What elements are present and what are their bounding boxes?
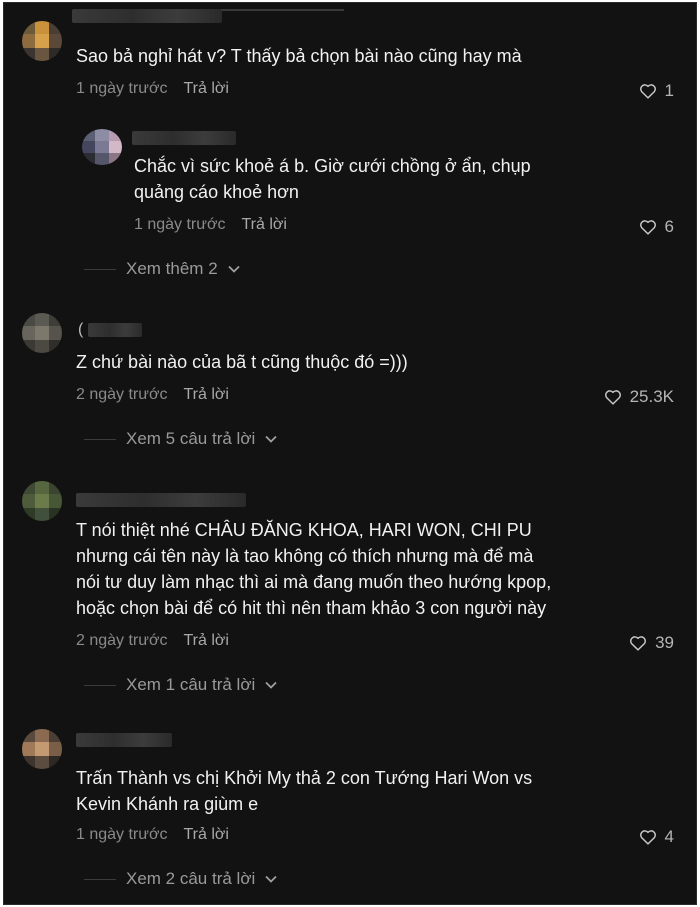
like-button[interactable]: 6 <box>639 217 674 237</box>
reply-text-line: Chắc vì sức khoẻ á b. Giờ cưới chồng ở ẩ… <box>134 156 531 176</box>
chevron-down-icon <box>265 875 277 883</box>
reply-meta: 1 ngày trước Trả lời <box>134 215 287 235</box>
comment-thread: Sao bả nghỉ hát v? T thấy bả chọn bài nà… <box>3 2 697 905</box>
like-count: 6 <box>664 217 674 236</box>
view-more-label: Xem 5 câu trả lời <box>126 429 256 448</box>
username-blurred[interactable] <box>76 733 172 747</box>
view-more-label: Xem thêm 2 <box>126 259 218 278</box>
comment-meta: 2 ngày trước Trả lời <box>76 631 229 651</box>
avatar[interactable] <box>22 313 62 353</box>
like-button[interactable]: 4 <box>639 827 674 847</box>
timestamp: 1 ngày trước <box>76 80 168 97</box>
like-count: 4 <box>664 827 674 846</box>
like-count: 25.3K <box>629 387 674 406</box>
comment-text-line: T nói thiệt nhé CHÂU ĐĂNG KHOA, HARI WON… <box>76 520 532 540</box>
heart-outline-icon <box>604 390 621 405</box>
avatar[interactable] <box>22 21 62 61</box>
divider <box>84 268 116 270</box>
comment-meta: 1 ngày trước Trả lời <box>76 79 229 99</box>
reply-text: Chắc vì sức khoẻ á b. Giờ cưới chồng ở ẩ… <box>134 153 531 205</box>
username-blurred[interactable] <box>132 131 236 145</box>
comment-text: Sao bả nghỉ hát v? T thấy bả chọn bài nà… <box>76 46 522 66</box>
comment-meta: 2 ngày trước Trả lời <box>76 385 229 405</box>
heart-outline-icon <box>630 636 647 651</box>
like-count: 1 <box>664 81 674 100</box>
avatar[interactable] <box>22 729 62 769</box>
chevron-down-icon <box>228 265 240 273</box>
heart-outline-icon <box>639 84 656 99</box>
reply-button[interactable]: Trả lời <box>183 826 228 843</box>
view-more-label: Xem 1 câu trả lời <box>126 675 256 694</box>
view-more-label: Xem 2 câu trả lời <box>126 869 256 888</box>
reply-text-line: quảng cáo khoẻ hơn <box>134 182 299 202</box>
view-more-replies-button[interactable]: Xem thêm 2 <box>84 259 240 279</box>
divider <box>84 878 116 880</box>
reply-button[interactable]: Trả lời <box>241 216 286 233</box>
comment-text: T nói thiệt nhé CHÂU ĐĂNG KHOA, HARI WON… <box>76 517 551 621</box>
reply-button[interactable]: Trả lời <box>183 632 228 649</box>
timestamp: 1 ngày trước <box>134 216 226 233</box>
comment-text-line: Trấn Thành vs chị Khởi My thả 2 con Tướn… <box>76 768 533 788</box>
view-more-replies-button[interactable]: Xem 2 câu trả lời <box>84 869 277 889</box>
reply-button[interactable]: Trả lời <box>183 80 228 97</box>
avatar[interactable] <box>22 481 62 521</box>
comment-text-line: nhưng cái tên này là tao không có thích … <box>76 546 534 566</box>
reply-button[interactable]: Trả lời <box>183 386 228 403</box>
avatar[interactable] <box>82 129 122 165</box>
comment-text-line: hoặc chọn bài để có hit thì nên tham khả… <box>76 598 547 618</box>
username-blurred[interactable] <box>76 493 246 507</box>
like-button[interactable]: 39 <box>629 633 674 653</box>
timestamp: 2 ngày trước <box>76 386 168 403</box>
divider <box>84 684 116 686</box>
name-fragment: ( <box>78 321 84 338</box>
heart-outline-icon <box>639 220 656 235</box>
like-button[interactable]: 1 <box>639 81 674 101</box>
comment-text: Z chứ bài nào của bã t cũng thuộc đó =))… <box>76 352 408 372</box>
chevron-down-icon <box>265 435 277 443</box>
view-more-replies-button[interactable]: Xem 1 câu trả lời <box>84 675 277 695</box>
comment-text-line: nói tư duy làm nhạc thì ai mà đang muốn … <box>76 572 552 592</box>
like-count: 39 <box>655 633 674 652</box>
comment-text-line: Kevin Khánh ra giùm e <box>76 794 259 814</box>
username-blurred[interactable] <box>72 9 222 23</box>
timestamp: 1 ngày trước <box>76 826 168 843</box>
chevron-down-icon <box>265 681 277 689</box>
divider <box>84 438 116 440</box>
view-more-replies-button[interactable]: Xem 5 câu trả lời <box>84 429 277 449</box>
comment-meta: 1 ngày trước Trả lời <box>76 825 229 845</box>
timestamp: 2 ngày trước <box>76 632 168 649</box>
like-button[interactable]: 25.3K <box>604 387 674 407</box>
username-blurred[interactable] <box>88 323 142 337</box>
heart-outline-icon <box>639 830 656 845</box>
comment-text: Trấn Thành vs chị Khởi My thả 2 con Tướn… <box>76 765 532 817</box>
